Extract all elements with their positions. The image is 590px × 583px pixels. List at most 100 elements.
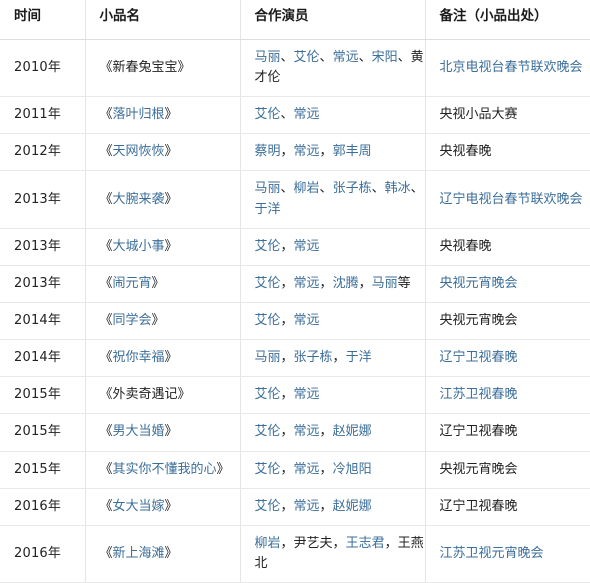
cell-remark-text: 央视元宵晚会 <box>439 313 518 329</box>
cell-sketch-name-link[interactable]: 男大当婚 <box>113 424 165 439</box>
cell-actors-link[interactable]: 艾伦 <box>255 313 281 328</box>
cell-actors-link[interactable]: 沈腾 <box>333 276 359 291</box>
cell-actors-text: ， <box>280 387 294 403</box>
cell-sketch-name-link[interactable]: 女大当嫁 <box>113 499 165 514</box>
cell-sketch-name-link[interactable]: 闹元宵 <box>113 276 152 291</box>
table-row: 2014年 《同学会》 艾伦，常远 央视元宵晚会 <box>0 302 590 341</box>
cell-time: 2011年 <box>0 96 86 135</box>
cell-actors-link[interactable]: 冷旭阳 <box>333 462 372 477</box>
cell-time: 2013年 <box>0 170 86 229</box>
cell-actors-link[interactable]: 艾伦 <box>255 499 281 514</box>
cell-actors-link[interactable]: 张子栋 <box>294 350 333 365</box>
cell-remark: 央视元宵晚会 <box>425 451 590 489</box>
cell-actors-link[interactable]: 宋阳 <box>372 50 398 65</box>
cell-time: 2010年 <box>0 39 86 98</box>
cell-remark-link[interactable]: 北京电视台春节联欢晚会 <box>440 60 583 75</box>
cell-sketch-name-text: 》 <box>164 424 178 440</box>
cell-actors-text: ， <box>280 424 294 440</box>
cell-actors: 马丽、艾伦、常远、宋阳、黄才伦 <box>240 39 426 98</box>
cell-actors-link[interactable]: 常远 <box>294 276 320 291</box>
table-row: 2015年 《外卖奇遇记》 艾伦，常远 江苏卫视春晚 <box>0 376 590 415</box>
cell-actors-link[interactable]: 常远 <box>294 387 320 402</box>
cell-sketch-name-text: 》 <box>164 350 178 366</box>
cell-actors: 艾伦，常远 <box>240 302 426 341</box>
cell-remark-link[interactable]: 辽宁电视台春节联欢晚会 <box>440 192 583 207</box>
cell-sketch-name: 《其实你不懂我的心》 <box>85 451 241 489</box>
cell-actors-link[interactable]: 柳岩 <box>294 181 320 196</box>
cell-remark: 辽宁电视台春节联欢晚会 <box>425 170 590 229</box>
cell-actors-link[interactable]: 于洋 <box>255 202 281 217</box>
cell-actors-link[interactable]: 艾伦 <box>255 107 281 122</box>
cell-sketch-name-text: 》 <box>164 107 178 123</box>
cell-actors-link[interactable]: 马丽 <box>255 50 281 65</box>
cell-actors-link[interactable]: 张子栋 <box>333 181 372 196</box>
cell-actors-link[interactable]: 王志君 <box>346 536 385 551</box>
cell-actors-link[interactable]: 赵妮娜 <box>333 499 372 514</box>
cell-actors-link[interactable]: 马丽 <box>255 350 281 365</box>
cell-actors-link[interactable]: 艾伦 <box>255 239 281 254</box>
cell-sketch-name-text: 》 <box>151 313 165 329</box>
cell-actors-text: 、 <box>280 181 294 197</box>
cell-sketch-name-text: 《 <box>99 461 113 477</box>
cell-remark: 辽宁卫视春晚 <box>425 413 590 452</box>
cell-actors-text: ， <box>280 313 294 329</box>
table-row: 2015年 《男大当婚》 艾伦，常远，赵妮娜 辽宁卫视春晚 <box>0 413 590 452</box>
cell-actors-link[interactable]: 赵妮娜 <box>333 424 372 439</box>
cell-actors-link[interactable]: 马丽 <box>255 181 281 196</box>
cell-actors-link[interactable]: 郭丰周 <box>333 144 372 159</box>
cell-actors-link[interactable]: 艾伦 <box>255 424 281 439</box>
cell-remark-text: 央视春晚 <box>439 144 492 160</box>
cell-actors-link[interactable]: 马丽 <box>372 276 398 291</box>
cell-sketch-name-link[interactable]: 新上海滩 <box>113 546 165 561</box>
cell-sketch-name-text: 《 <box>99 275 113 291</box>
table-header-row: 时间 小品名 合作演员 备注（小品出处） <box>0 0 590 40</box>
cell-actors-link[interactable]: 于洋 <box>346 350 372 365</box>
cell-remark-link[interactable]: 辽宁卫视春晚 <box>440 350 518 365</box>
cell-actors-link[interactable]: 常远 <box>294 499 320 514</box>
cell-remark-link[interactable]: 江苏卫视元宵晚会 <box>440 546 544 561</box>
cell-actors-link[interactable]: 蔡明 <box>255 144 281 159</box>
cell-time: 2015年 <box>0 451 86 489</box>
cell-sketch-name: 《男大当婚》 <box>85 413 241 452</box>
cell-remark-link[interactable]: 央视元宵晚会 <box>440 276 518 291</box>
cell-sketch-name-link[interactable]: 大城小事 <box>113 239 165 254</box>
cell-remark: 央视元宵晚会 <box>425 265 590 304</box>
cell-actors-link[interactable]: 常远 <box>333 50 359 65</box>
cell-remark-text: 央视元宵晚会 <box>439 461 518 477</box>
cell-actors-link[interactable]: 常远 <box>294 313 320 328</box>
cell-actors-link[interactable]: 常远 <box>294 462 320 477</box>
cell-sketch-name-text: 《 <box>99 107 113 123</box>
column-header-remark: 备注（小品出处） <box>425 0 590 40</box>
cell-remark-link[interactable]: 江苏卫视春晚 <box>440 387 518 402</box>
cell-sketch-name-link[interactable]: 其实你不懂我的心 <box>113 462 217 477</box>
cell-sketch-name-link[interactable]: 落叶归根 <box>113 107 165 122</box>
cell-actors-link[interactable]: 常远 <box>294 144 320 159</box>
cell-sketch-name-link[interactable]: 大腕来袭 <box>113 192 165 207</box>
cell-actors-text: ， <box>319 424 333 440</box>
cell-sketch-name-text: 》 <box>151 275 165 291</box>
cell-actors-link[interactable]: 柳岩 <box>255 536 281 551</box>
cell-actors: 柳岩，尹艺夫，王志君，王燕北 <box>240 525 426 583</box>
cell-actors-link[interactable]: 常远 <box>294 107 320 122</box>
works-table: 时间 小品名 合作演员 备注（小品出处） 2010年 《新春兔宝宝》 马丽、艾伦、常… <box>0 0 590 583</box>
cell-time: 2014年 <box>0 339 86 378</box>
cell-sketch-name-text: 《 <box>99 350 113 366</box>
cell-sketch-name-link[interactable]: 天网恢恢 <box>113 144 165 159</box>
cell-sketch-name-link[interactable]: 祝你幸福 <box>113 350 165 365</box>
cell-remark: 北京电视台春节联欢晚会 <box>425 39 590 98</box>
cell-actors-link[interactable]: 韩冰 <box>385 181 411 196</box>
cell-sketch-name: 《落叶归根》 <box>85 96 241 135</box>
cell-actors-text: ， <box>358 275 372 291</box>
cell-actors-link[interactable]: 常远 <box>294 239 320 254</box>
cell-actors-link[interactable]: 艾伦 <box>255 462 281 477</box>
cell-actors-text: ， <box>280 535 294 551</box>
cell-actors-link[interactable]: 常远 <box>294 424 320 439</box>
cell-sketch-name: 《新春兔宝宝》 <box>85 39 241 98</box>
cell-sketch-name-link[interactable]: 同学会 <box>113 313 152 328</box>
cell-actors-link[interactable]: 艾伦 <box>255 276 281 291</box>
cell-actors-link[interactable]: 艾伦 <box>255 387 281 402</box>
cell-actors-text: ， <box>384 535 398 551</box>
cell-sketch-name: 《祝你幸福》 <box>85 339 241 378</box>
cell-actors-link[interactable]: 艾伦 <box>294 50 320 65</box>
cell-sketch-name-text: 《新春兔宝宝》 <box>99 59 191 75</box>
